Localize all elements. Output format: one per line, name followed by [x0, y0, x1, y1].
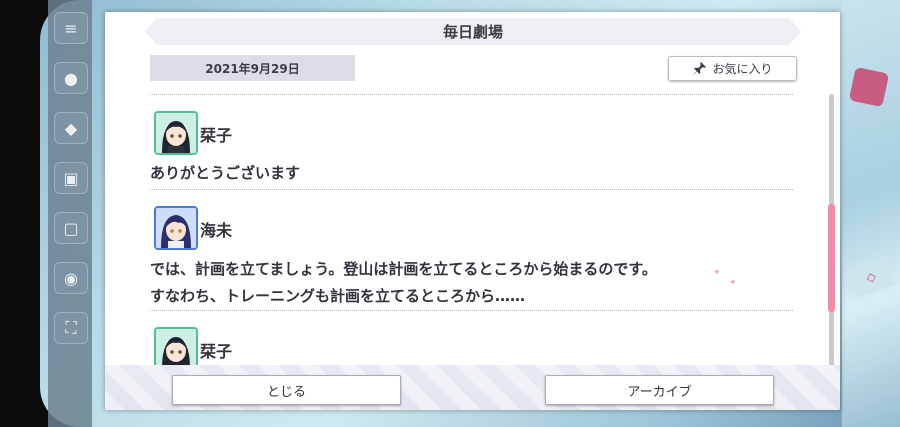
scrollbar-thumb[interactable] [828, 204, 835, 312]
date-label: 2021年9月29日 [150, 55, 355, 81]
camera-icon[interactable]: ▢ [54, 212, 88, 244]
dialogue-entry: 栞子 [150, 316, 793, 366]
dialogue-line: では、計画を立てましょう。登山は計画を立てるところから始まるのです。 [150, 260, 657, 278]
sparkle-decoration: ✦ [729, 278, 737, 288]
event-banner-icon[interactable] [848, 66, 890, 108]
character-avatar-icon [154, 111, 198, 155]
favorite-label: お気に入り [712, 62, 773, 76]
dialogue-line: ありがとうございます [150, 164, 301, 182]
characters-icon[interactable]: ◉ [54, 262, 88, 294]
favorite-button[interactable]: お気に入り [668, 56, 797, 81]
sparkle-decoration: ✦ [713, 268, 721, 278]
close-button[interactable]: とじる [172, 375, 401, 405]
menu-icon[interactable]: ≡ [54, 12, 88, 44]
speaker-name: 栞子 [200, 342, 233, 361]
speaker-name: 栞子 [200, 126, 233, 145]
fullscreen-icon[interactable]: ⛶ [54, 312, 88, 344]
character-avatar-icon [154, 206, 198, 250]
gift-icon[interactable]: ▣ [54, 162, 88, 194]
daily-theater-dialog: 毎日劇場 2021年9月29日 お気に入り 栞子 ありがとうございます 海未 で… [105, 12, 840, 410]
archive-button[interactable]: アーカイブ [545, 375, 774, 405]
character-avatar-icon [154, 327, 198, 366]
game-right-panel [842, 0, 900, 427]
dialogue-entry: 海未 では、計画を立てましょう。登山は計画を立てるところから始まるのです。 すな… [150, 195, 793, 310]
dialogue-line: すなわち、トレーニングも計画を立てるところから…… [150, 287, 526, 305]
divider [150, 189, 793, 190]
chat-icon[interactable]: ● [54, 62, 88, 94]
dialogue-entry: 栞子 ありがとうございます [150, 100, 793, 190]
speaker-name: 海未 [200, 221, 233, 240]
divider [150, 94, 793, 95]
points-icon[interactable]: ◆ [54, 112, 88, 144]
divider [150, 310, 793, 311]
pin-icon [693, 61, 707, 75]
dialog-title: 毎日劇場 [145, 18, 801, 45]
